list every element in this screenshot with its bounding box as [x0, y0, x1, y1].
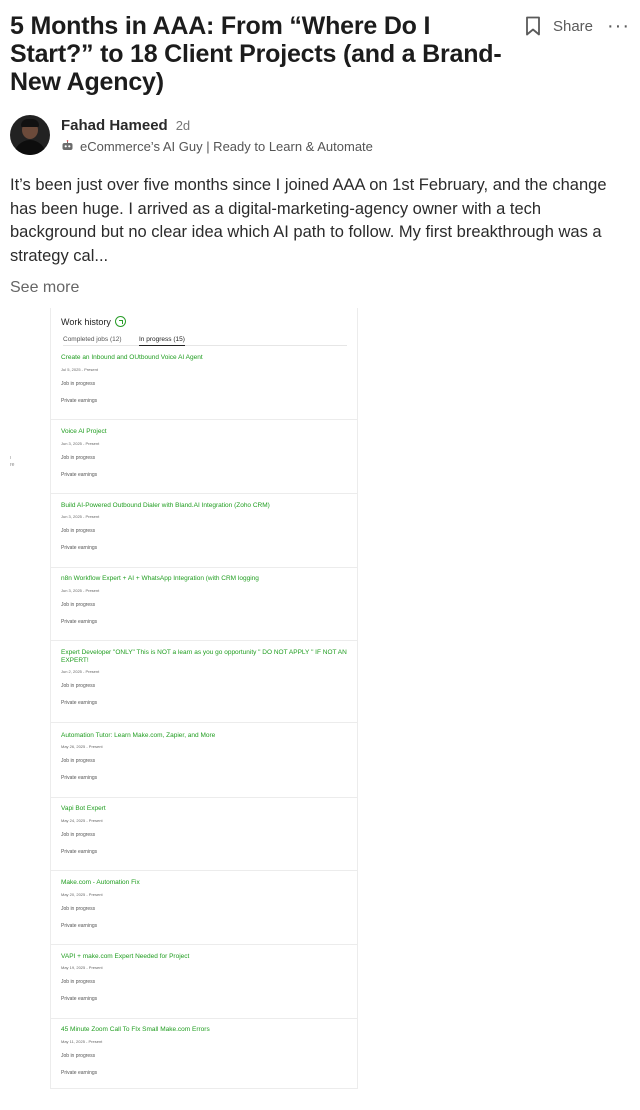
job-item: n8n Workflow Expert + AI + WhatsApp Inte… — [51, 575, 357, 641]
job-item: Make.com - Automation Fix May 20, 2025 -… — [51, 879, 357, 945]
job-title[interactable]: Voice AI Project — [61, 428, 351, 436]
job-earnings: Private earnings — [61, 545, 98, 551]
share-button[interactable]: Share — [553, 18, 593, 35]
job-item: Automation Tutor: Learn Make.com, Zapier… — [51, 732, 357, 798]
job-date: Jun 3, 2025 - Present — [61, 441, 100, 446]
job-date: May 20, 2025 - Present — [61, 892, 103, 897]
job-status: Job in progress — [61, 758, 96, 764]
post-actions: Share ··· — [525, 16, 630, 36]
refresh-icon — [114, 316, 126, 327]
job-item: 45 Minute Zoom Call To FIx Small Make.co… — [51, 1026, 357, 1088]
job-title[interactable]: Automation Tutor: Learn Make.com, Zapier… — [61, 732, 351, 740]
job-title[interactable]: Vapi Bot Expert — [61, 805, 351, 813]
job-title[interactable]: 45 Minute Zoom Call To FIx Small Make.co… — [61, 1026, 351, 1034]
job-earnings: Private earnings — [61, 700, 98, 706]
job-title[interactable]: n8n Workflow Expert + AI + WhatsApp Inte… — [61, 575, 351, 583]
job-date: May 11, 2025 - Present — [61, 1039, 103, 1044]
job-title[interactable]: Create an Inbound and OUtbound Voice AI … — [61, 354, 351, 362]
job-date: May 26, 2025 - Present — [61, 744, 103, 749]
more-options-icon[interactable]: ··· — [607, 16, 630, 36]
job-earnings: Private earnings — [61, 619, 98, 625]
work-history-tabs: Completed jobs (12) In progress (15) — [63, 336, 347, 346]
author-name[interactable]: Fahad Hameed — [61, 117, 168, 134]
author-block: Fahad Hameed 2d eCommerce’s AI Guy | Rea… — [10, 115, 373, 155]
job-status: Job in progress — [61, 683, 96, 689]
work-history-screenshot: Work history Completed jobs (12) In prog… — [50, 308, 358, 1089]
job-status: Job in progress — [61, 906, 96, 912]
job-date: Jun 3, 2025 - Present — [61, 514, 100, 519]
job-item: Create an Inbound and OUtbound Voice AI … — [51, 354, 357, 420]
job-title[interactable]: Build AI-Powered Outbound Dialer with Bl… — [61, 502, 351, 510]
job-status: Job in progress — [61, 602, 96, 608]
post-title: 5 Months in AAA: From “Where Do I Start?… — [10, 12, 502, 96]
tagline-text: eCommerce’s AI Guy | Ready to Learn & Au… — [80, 138, 373, 154]
job-item: VAPI + make.com Expert Needed for Projec… — [51, 953, 357, 1019]
job-earnings: Private earnings — [61, 1070, 98, 1076]
tab-in-progress[interactable]: In progress (15) — [139, 336, 185, 346]
job-earnings: Private earnings — [61, 398, 98, 404]
author-info: Fahad Hameed 2d eCommerce’s AI Guy | Rea… — [61, 117, 373, 154]
post-header: 5 Months in AAA: From “Where Do I Start?… — [10, 12, 630, 96]
work-history-title: Work history — [61, 316, 111, 327]
job-earnings: Private earnings — [61, 775, 98, 781]
job-date: May 19, 2025 - Present — [61, 965, 103, 970]
see-more-link[interactable]: See more — [10, 279, 79, 297]
post-body: It’s been just over five months since I … — [10, 176, 607, 265]
work-history-header: Work history — [61, 316, 126, 327]
stray-text-line: ı — [10, 455, 12, 461]
tab-completed-jobs[interactable]: Completed jobs (12) — [63, 336, 122, 343]
avatar[interactable] — [10, 115, 50, 155]
job-status: Job in progress — [61, 381, 96, 387]
job-status: Job in progress — [61, 979, 96, 985]
stray-text-line: re — [10, 462, 15, 468]
bookmark-icon[interactable] — [525, 16, 541, 36]
job-date: Jun 3, 2025 - Present — [61, 588, 100, 593]
post-age: 2d — [175, 117, 191, 133]
robot-icon — [61, 140, 74, 152]
job-earnings: Private earnings — [61, 849, 98, 855]
job-status: Job in progress — [61, 1053, 96, 1059]
job-item: Build AI-Powered Outbound Dialer with Bl… — [51, 502, 357, 568]
job-title[interactable]: VAPI + make.com Expert Needed for Projec… — [61, 953, 351, 961]
job-title[interactable]: Make.com - Automation Fix — [61, 879, 351, 887]
job-status: Job in progress — [61, 455, 96, 461]
job-status: Job in progress — [61, 528, 96, 534]
job-earnings: Private earnings — [61, 996, 98, 1002]
job-earnings: Private earnings — [61, 923, 98, 929]
job-item: Vapi Bot Expert May 24, 2025 - Present J… — [51, 805, 357, 871]
author-tagline: eCommerce’s AI Guy | Ready to Learn & Au… — [61, 139, 373, 154]
job-date: Jun 2, 2025 - Present — [61, 669, 100, 674]
job-earnings: Private earnings — [61, 472, 98, 478]
job-date: May 24, 2025 - Present — [61, 818, 103, 823]
job-date: Jul 5, 2025 - Present — [61, 367, 98, 372]
stray-cropped-text: ı re — [10, 455, 14, 469]
job-status: Job in progress — [61, 832, 96, 838]
job-item: Voice AI Project Jun 3, 2025 - Present J… — [51, 428, 357, 494]
job-item: Expert Developer "ONLY" This is NOT a le… — [51, 649, 357, 723]
job-title[interactable]: Expert Developer "ONLY" This is NOT a le… — [61, 649, 351, 665]
